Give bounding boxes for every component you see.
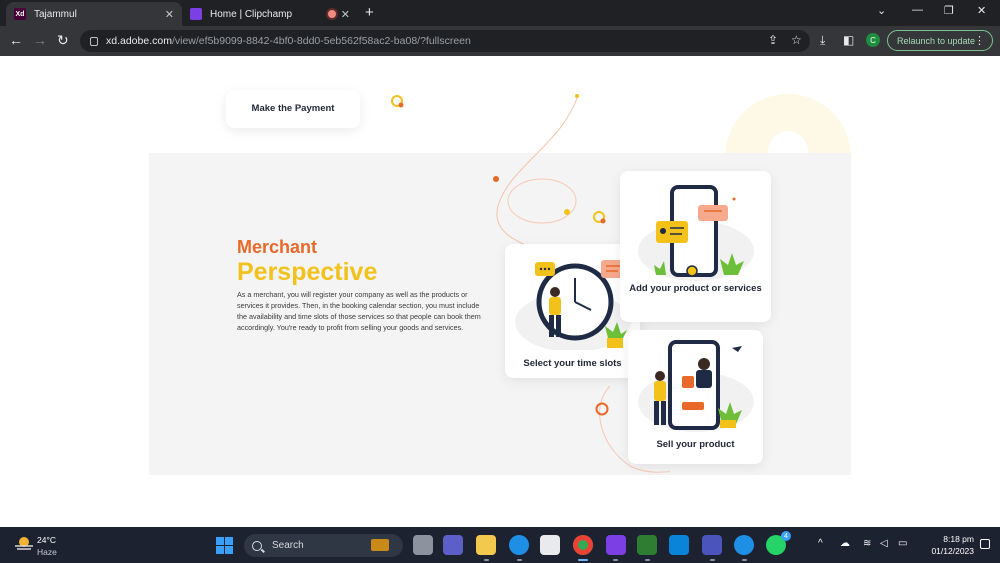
ring-icon [595,402,609,416]
tab-clipchamp[interactable]: Home | Clipchamp ✕ [182,2,358,26]
share-icon[interactable]: ⇪ [768,33,778,47]
close-icon[interactable]: ✕ [341,8,350,21]
weather-haze-icon[interactable] [14,536,34,552]
sell-product-card: Sell your product [628,330,763,464]
page-viewport: Make the Payment Merchant Perspective As… [0,56,1000,527]
forward-arrow-icon[interactable]: → [33,32,47,48]
adobe-xd-icon: Xd [14,8,26,20]
search-label: Search [272,540,304,551]
chrome-icon[interactable] [573,535,593,555]
search-highlight-icon [371,539,389,551]
relaunch-label: Relaunch to update [897,35,976,46]
clock-time[interactable]: 8:18 pm [928,534,974,544]
address-bar[interactable]: xd.adobe.com/view/ef5b9099-8842-4bf0-8dd… [80,30,810,52]
tab-title: Tajammul [34,8,77,20]
weather-desc: Haze [37,547,57,557]
taskbar-search[interactable]: Search [244,534,403,557]
menu-kebab-icon[interactable]: ⋮ [974,34,985,47]
window-close-button[interactable]: ✕ [977,4,986,17]
wifi-icon[interactable]: ≋ [863,538,871,549]
lock-icon [90,36,98,46]
app-running-indicator [710,559,715,561]
clipchamp-app-icon[interactable] [606,535,626,555]
volume-icon[interactable]: ◁ [880,538,888,549]
browser-toolbar: ← → ↻ xd.adobe.com/view/ef5b9099-8842-4b… [0,26,1000,56]
task-view-icon[interactable] [413,535,433,555]
tab-search-icon[interactable]: ⌄ [877,4,886,17]
app-active-indicator [578,559,588,561]
card-label: Add your product or services [629,283,762,294]
shopping-illustration [638,340,754,432]
merchant-description: As a merchant, you will register your co… [237,290,481,332]
notification-center-icon[interactable] [980,539,990,549]
tray-overflow-icon[interactable]: ^ [818,538,823,549]
recording-icon [328,10,336,18]
notification-badge: 4 [781,531,791,541]
ring-dot-icon [391,95,404,108]
back-arrow-icon[interactable]: ← [9,32,23,48]
card-label: Sell your product [656,439,735,450]
tab-tajammul[interactable]: Xd Tajammul ✕ [6,2,182,26]
edge-icon[interactable] [509,535,529,555]
new-tab-button[interactable]: + [365,4,374,21]
notepad-icon[interactable] [637,535,657,555]
app-running-indicator [742,559,747,561]
ring-dot-icon [593,211,606,224]
side-panel-icon[interactable]: ◧ [843,33,854,47]
perspective-title: Perspective [237,258,378,286]
file-explorer-icon[interactable] [476,535,496,555]
app-running-indicator [517,559,522,561]
clipchamp-icon [190,8,202,20]
phone-illustration [638,185,754,281]
card-label: Select your time slots [523,358,622,369]
clock-illustration [515,260,631,350]
clock-date[interactable]: 01/12/2023 [918,546,974,556]
search-icon [252,540,262,551]
make-payment-card: Make the Payment [226,90,360,128]
windows-start-icon[interactable] [216,537,233,554]
vscode-icon[interactable] [669,535,689,555]
minimize-button[interactable]: — [912,4,923,16]
app-running-indicator [484,559,489,561]
url-host: xd.adobe.com [106,35,172,47]
app-running-indicator [613,559,618,561]
profile-avatar[interactable]: C [866,33,880,47]
whatsapp-icon[interactable]: 4 [766,531,791,555]
reload-icon[interactable]: ↻ [57,32,69,49]
url-path: /view/ef5b9099-8842-4bf0-8dd0-5eb562f58a… [171,35,471,47]
add-product-card: Add your product or services [620,171,771,322]
maximize-button[interactable]: ❐ [944,4,954,17]
dev-tools-icon[interactable] [540,535,560,555]
teams-chat-icon[interactable] [443,535,463,555]
bookmark-star-icon[interactable]: ☆ [791,33,802,47]
download-icon[interactable]: ⤓ [820,33,825,48]
app-running-indicator [645,559,650,561]
edge-beta-icon[interactable] [734,535,754,555]
merchant-title: Merchant [237,237,318,257]
teams-icon[interactable] [702,535,722,555]
relaunch-button[interactable]: Relaunch to update ⋮ [887,30,993,51]
network-status-icon[interactable]: ☁ [840,538,850,549]
tab-title: Home | Clipchamp [210,8,293,20]
battery-icon[interactable]: ▭ [898,538,907,549]
tab-strip: Xd Tajammul ✕ Home | Clipchamp ✕ + ⌄ — ❐… [0,0,1000,26]
close-icon[interactable]: ✕ [165,8,174,21]
card-label: Make the Payment [251,103,335,114]
weather-temp: 24°C [37,535,56,545]
taskbar: 24°C Haze Search 4 ^ ☁ ≋ ◁ ▭ 8:18 pm 01/… [0,527,1000,563]
